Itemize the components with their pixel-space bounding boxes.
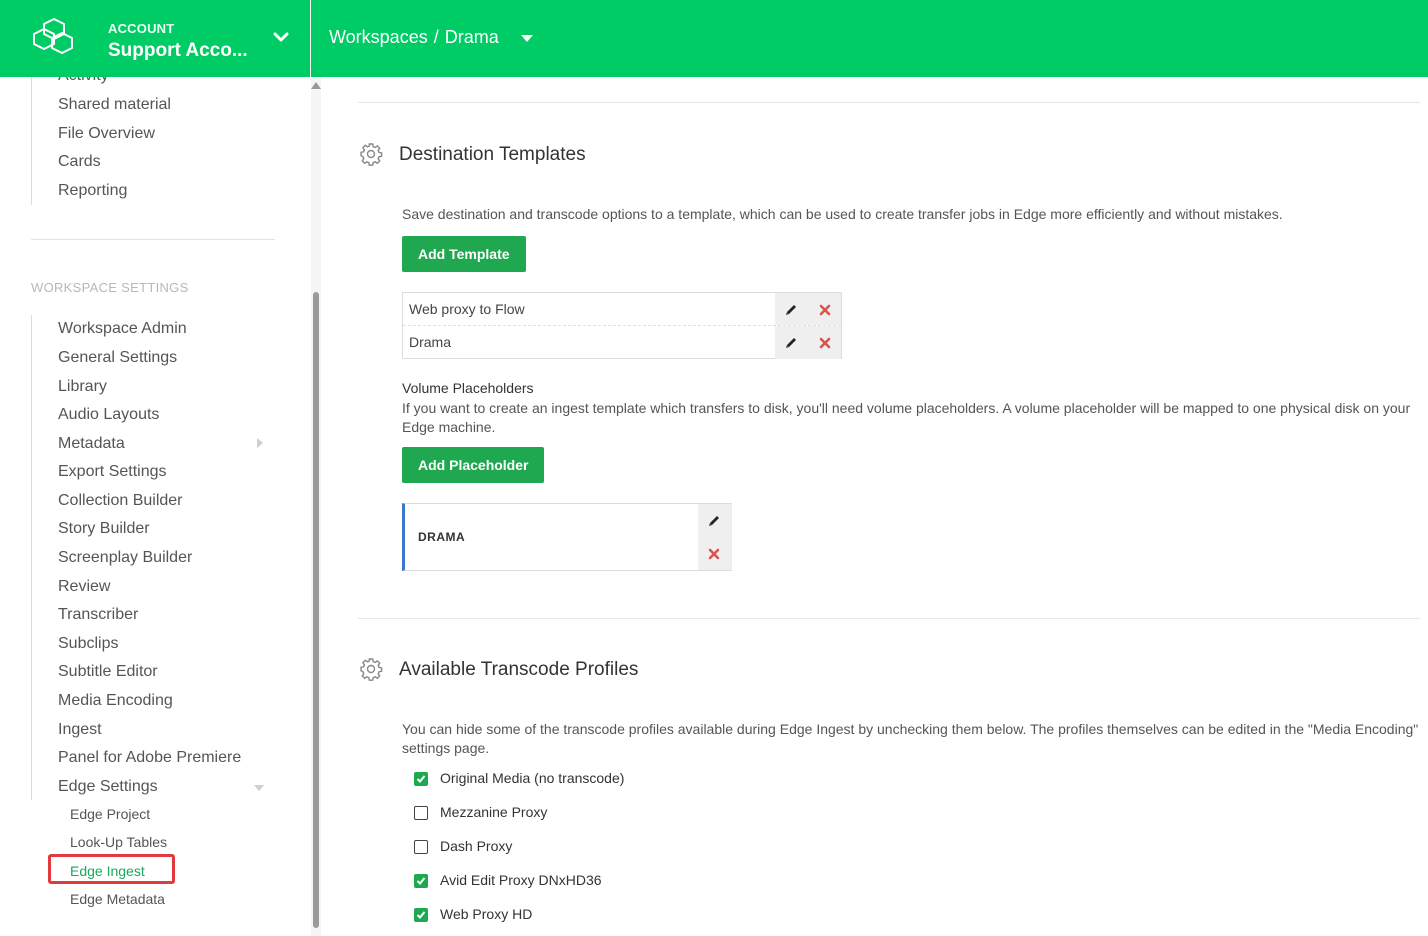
template-actions bbox=[775, 293, 841, 325]
profile-label[interactable]: Dash Proxy bbox=[440, 838, 512, 854]
sidebar-item-reporting[interactable]: Reporting bbox=[58, 182, 127, 200]
template-actions bbox=[775, 326, 841, 359]
sidebar-subitem-edge-project[interactable]: Edge Project bbox=[70, 806, 150, 822]
placeholder-name: DRAMA bbox=[418, 530, 466, 544]
sidebar-item-screenplay-builder[interactable]: Screenplay Builder bbox=[58, 549, 192, 567]
scroll-up-arrow-icon[interactable] bbox=[311, 82, 321, 89]
workspace-settings-heading: WORKSPACE SETTINGS bbox=[31, 280, 189, 295]
profile-label[interactable]: Mezzanine Proxy bbox=[440, 804, 547, 820]
template-name[interactable]: Web proxy to Flow bbox=[409, 301, 525, 317]
template-row: Drama bbox=[403, 326, 841, 359]
checkbox-icon[interactable] bbox=[414, 806, 428, 820]
account-switcher[interactable]: ACCOUNT Support Acco... bbox=[0, 0, 311, 77]
template-list: Web proxy to Flow Drama bbox=[402, 292, 842, 359]
caret-down-icon[interactable] bbox=[521, 35, 533, 42]
breadcrumb-workspaces[interactable]: Workspaces bbox=[329, 27, 428, 48]
sidebar-item-edge-settings[interactable]: Edge Settings bbox=[58, 778, 158, 796]
expand-arrow-icon[interactable] bbox=[257, 438, 263, 448]
sidebar-item-shared-material[interactable]: Shared material bbox=[58, 96, 171, 114]
sidebar-item-subtitle-editor[interactable]: Subtitle Editor bbox=[58, 663, 158, 681]
sidebar-item-media-encoding[interactable]: Media Encoding bbox=[58, 692, 173, 710]
add-template-button[interactable]: Add Template bbox=[402, 236, 526, 272]
template-row: Web proxy to Flow bbox=[403, 293, 841, 326]
profile-label[interactable]: Web Proxy HD bbox=[440, 906, 532, 922]
destination-templates-description: Save destination and transcode options t… bbox=[402, 206, 1283, 222]
add-placeholder-button[interactable]: Add Placeholder bbox=[402, 447, 545, 483]
volume-placeholders-description: If you want to create an ingest template… bbox=[402, 400, 1411, 435]
destination-templates-title: Destination Templates bbox=[399, 144, 586, 165]
sidebar-item-transcriber[interactable]: Transcriber bbox=[58, 606, 138, 624]
top-bar: ACCOUNT Support Acco... Workspaces / Drama bbox=[0, 0, 1428, 77]
pencil-icon[interactable] bbox=[707, 514, 721, 528]
placeholder-actions bbox=[698, 504, 732, 570]
sidebar-divider bbox=[31, 239, 275, 240]
sidebar-item-activity[interactable]: Activity bbox=[58, 77, 109, 85]
sidebar: Activity Shared material File Overview C… bbox=[0, 77, 311, 936]
sidebar-item-story-builder[interactable]: Story Builder bbox=[58, 520, 150, 538]
delete-x-icon[interactable] bbox=[819, 304, 831, 316]
breadcrumb-separator: / bbox=[433, 27, 439, 47]
delete-x-icon[interactable] bbox=[708, 548, 720, 560]
sidebar-subitem-edge-metadata[interactable]: Edge Metadata bbox=[70, 891, 165, 907]
checkbox-icon[interactable] bbox=[414, 908, 428, 922]
checkbox-icon[interactable] bbox=[414, 840, 428, 854]
volume-placeholders-title: Volume Placeholders bbox=[402, 380, 534, 396]
breadcrumb: Workspaces / Drama bbox=[329, 27, 499, 48]
gear-icon bbox=[360, 658, 383, 681]
checkbox-icon[interactable] bbox=[414, 772, 428, 786]
placeholder-card: DRAMA bbox=[402, 503, 732, 571]
sidebar-subitem-look-up-tables[interactable]: Look-Up Tables bbox=[70, 834, 167, 850]
section-divider bbox=[358, 102, 1420, 103]
sidebar-item-export-settings[interactable]: Export Settings bbox=[58, 463, 167, 481]
sidebar-item-cards[interactable]: Cards bbox=[58, 153, 101, 171]
sidebar-item-subclips[interactable]: Subclips bbox=[58, 635, 118, 653]
main-content: Destination Templates Save destination a… bbox=[321, 77, 1428, 936]
profile-label[interactable]: Avid Edit Proxy DNxHD36 bbox=[440, 872, 602, 888]
sidebar-tree-line bbox=[31, 315, 32, 800]
account-name[interactable]: Support Acco... bbox=[108, 40, 248, 62]
sidebar-item-audio-layouts[interactable]: Audio Layouts bbox=[58, 406, 159, 424]
workspace-logo-icon bbox=[33, 18, 73, 54]
pencil-icon[interactable] bbox=[784, 303, 798, 317]
chevron-down-icon[interactable] bbox=[272, 30, 290, 44]
scrollbar-thumb[interactable] bbox=[313, 292, 319, 928]
collapse-arrow-icon[interactable] bbox=[254, 785, 264, 791]
account-label: ACCOUNT bbox=[108, 21, 175, 36]
transcode-profiles-title: Available Transcode Profiles bbox=[399, 659, 639, 680]
sidebar-item-review[interactable]: Review bbox=[58, 578, 110, 596]
pencil-icon[interactable] bbox=[784, 336, 798, 350]
sidebar-item-collection-builder[interactable]: Collection Builder bbox=[58, 492, 183, 510]
profile-label[interactable]: Original Media (no transcode) bbox=[440, 770, 624, 786]
template-name[interactable]: Drama bbox=[409, 334, 451, 350]
sidebar-item-metadata[interactable]: Metadata bbox=[58, 435, 125, 453]
breadcrumb-current-workspace[interactable]: Drama bbox=[445, 27, 499, 48]
sidebar-item-workspace-admin[interactable]: Workspace Admin bbox=[58, 320, 187, 338]
sidebar-item-panel-for-adobe-premiere[interactable]: Panel for Adobe Premiere bbox=[58, 749, 241, 767]
sidebar-tree-line bbox=[31, 77, 32, 205]
active-item-highlight bbox=[48, 854, 175, 884]
delete-x-icon[interactable] bbox=[819, 337, 831, 349]
section-divider bbox=[358, 618, 1420, 619]
gear-icon bbox=[360, 143, 383, 166]
checkbox-icon[interactable] bbox=[414, 874, 428, 888]
transcode-profiles-description: You can hide some of the transcode profi… bbox=[402, 721, 1419, 756]
sidebar-item-library[interactable]: Library bbox=[58, 378, 107, 396]
sidebar-item-file-overview[interactable]: File Overview bbox=[58, 125, 155, 143]
sidebar-item-ingest[interactable]: Ingest bbox=[58, 721, 102, 739]
sidebar-item-general-settings[interactable]: General Settings bbox=[58, 349, 177, 367]
